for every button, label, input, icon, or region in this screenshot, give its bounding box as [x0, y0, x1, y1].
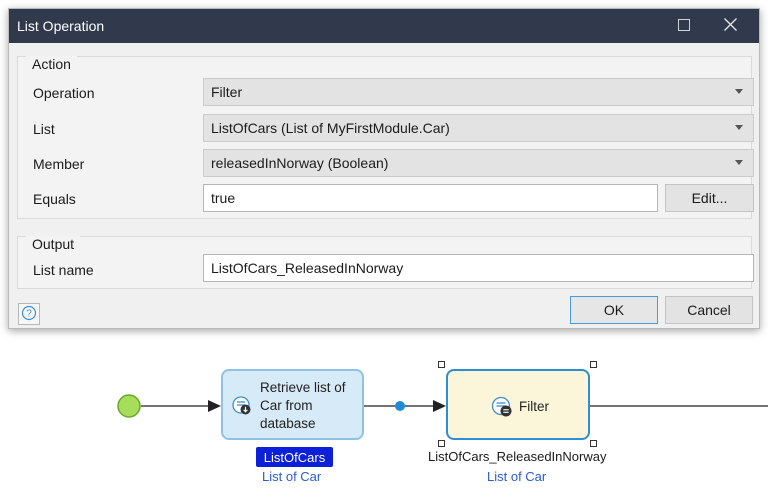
equals-value: true: [211, 190, 236, 206]
svg-text:?: ?: [26, 308, 32, 319]
member-value: releasedInNorway (Boolean): [211, 155, 389, 171]
arrowhead-1: [208, 400, 221, 412]
flow-lines: [117, 394, 768, 418]
list-label: List: [33, 121, 55, 137]
chevron-down-icon: [735, 125, 743, 130]
equals-label: Equals: [33, 191, 76, 207]
close-button[interactable]: [707, 9, 753, 43]
filter-activity-caption: Filter: [519, 399, 549, 414]
output-legend: Output: [26, 236, 81, 252]
filter-output-type: List of Car: [487, 469, 547, 484]
retrieve-caption-line: Car from: [260, 398, 313, 413]
list-value: ListOfCars (List of MyFirstModule.Car): [211, 120, 450, 136]
selection-handle[interactable]: [590, 361, 597, 368]
list-name-label: List name: [33, 262, 94, 278]
selection-handle[interactable]: [590, 440, 597, 447]
selection-handle[interactable]: [438, 361, 445, 368]
maximize-button[interactable]: [661, 9, 707, 43]
retrieve-activity-caption: Retrieve list of Car from database: [260, 379, 346, 433]
filter-icon: [491, 396, 513, 421]
chevron-down-icon: [735, 160, 743, 165]
list-operation-dialog: List Operation Action Operation Filter L…: [8, 8, 760, 329]
list-select[interactable]: ListOfCars (List of MyFirstModule.Car): [203, 114, 754, 142]
cancel-button-label: Cancel: [687, 302, 731, 318]
retrieve-output-type: List of Car: [262, 469, 322, 484]
help-button[interactable]: ?: [18, 303, 40, 325]
edit-button[interactable]: Edit...: [665, 184, 754, 212]
title-bar: List Operation: [9, 9, 759, 43]
operation-label: Operation: [33, 85, 95, 101]
ok-button-label: OK: [603, 302, 625, 318]
member-select[interactable]: releasedInNorway (Boolean): [203, 149, 754, 177]
ok-button[interactable]: OK: [570, 296, 658, 324]
equals-field[interactable]: true: [203, 184, 658, 212]
arrowhead-2: [433, 400, 446, 412]
dialog-title: List Operation: [17, 18, 105, 34]
list-name-input[interactable]: ListOfCars_ReleasedInNorway: [203, 254, 754, 282]
edit-button-label: Edit...: [691, 190, 728, 206]
action-group: Action Operation Filter List ListOfCars …: [17, 56, 754, 219]
microflow-canvas: Retrieve list of Car from database ListO…: [0, 330, 768, 501]
operation-select[interactable]: Filter: [203, 78, 754, 106]
retrieve-caption-line: Retrieve list of: [260, 380, 346, 395]
retrieve-caption-line: database: [260, 416, 316, 431]
close-icon: [723, 18, 737, 34]
action-legend: Action: [26, 56, 77, 72]
start-event[interactable]: [117, 394, 141, 418]
retrieve-output-variable[interactable]: ListOfCars: [256, 447, 333, 467]
list-name-value: ListOfCars_ReleasedInNorway: [211, 260, 404, 276]
filter-activity[interactable]: Filter: [446, 369, 590, 440]
filter-output-variable[interactable]: ListOfCars_ReleasedInNorway: [428, 449, 606, 464]
chevron-down-icon: [735, 89, 743, 94]
selection-handle[interactable]: [438, 440, 445, 447]
flow-selection-dot[interactable]: [395, 401, 405, 411]
retrieve-icon: [232, 396, 252, 419]
output-group: Output List name ListOfCars_ReleasedInNo…: [17, 236, 754, 289]
help-icon: ?: [21, 305, 37, 324]
retrieve-activity[interactable]: Retrieve list of Car from database: [221, 369, 364, 440]
operation-value: Filter: [211, 84, 243, 100]
cancel-button[interactable]: Cancel: [665, 296, 753, 324]
maximize-icon: [678, 18, 690, 34]
member-label: Member: [33, 156, 85, 172]
